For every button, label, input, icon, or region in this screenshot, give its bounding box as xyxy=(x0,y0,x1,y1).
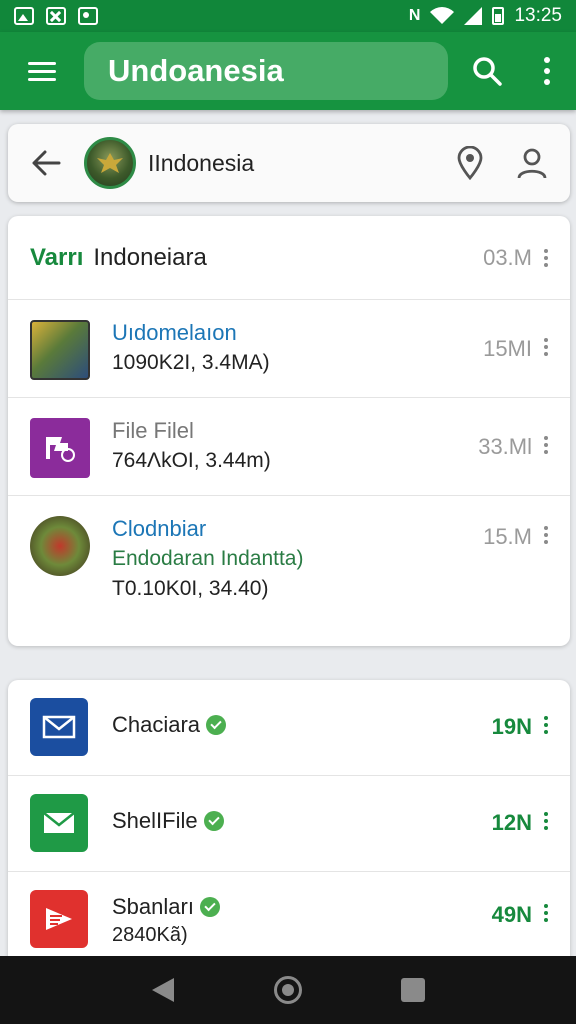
location-pin-button[interactable] xyxy=(446,139,494,187)
location-avatar[interactable] xyxy=(84,137,136,189)
list-item[interactable]: Clodnbiar Endodaran Indantta) T0.10K0I, … xyxy=(8,496,570,644)
app-more-button[interactable] xyxy=(544,812,550,830)
list-item[interactable]: Chaciara 19N xyxy=(8,680,570,776)
battery-icon xyxy=(492,7,505,25)
location-pin-icon xyxy=(457,146,483,180)
close-notification-icon xyxy=(46,7,66,25)
file-thumbnail xyxy=(30,320,90,380)
nav-recents-button[interactable] xyxy=(385,962,441,1018)
app-name: Chaciara xyxy=(112,712,201,737)
home-circle-icon xyxy=(273,976,302,1004)
file-size: 15.M xyxy=(483,524,532,549)
app-bar: Undoanesia xyxy=(0,32,576,110)
menu-button[interactable] xyxy=(0,32,84,110)
app-size: 12N xyxy=(491,810,532,835)
search-icon xyxy=(473,57,502,86)
list-item[interactable]: File Filel 764ΛkOI, 3.44m) 33.Ml xyxy=(8,398,570,496)
nav-back-button[interactable] xyxy=(135,962,191,1018)
profile-button[interactable] xyxy=(508,139,556,187)
list-item[interactable]: ShelIFile 12N xyxy=(8,776,570,872)
file-title: File Filel xyxy=(112,418,194,443)
file-meta: 764ΛkOI, 3.44m) xyxy=(112,449,271,472)
file-more-button[interactable] xyxy=(544,436,550,454)
app-icon xyxy=(30,794,88,852)
app-name-wrap: Chaciara xyxy=(112,712,227,738)
photo-notification-icon xyxy=(78,7,98,25)
status-time: 13:25 xyxy=(514,5,562,26)
arrow-back-icon xyxy=(32,150,61,176)
file-more-button[interactable] xyxy=(544,526,550,544)
app-more-button[interactable] xyxy=(544,904,550,922)
file-size: 33.Ml xyxy=(478,434,532,459)
app-title-pill[interactable]: Undoanesia xyxy=(84,42,448,100)
app-size: 19N xyxy=(491,714,532,739)
section-header: Varrı Indoneiara 03.M xyxy=(8,216,570,300)
file-thumbnail xyxy=(30,418,90,478)
system-nav-bar xyxy=(0,956,576,1024)
notification-icons xyxy=(14,7,98,25)
file-title: Clodnbiar xyxy=(112,516,207,541)
list-item[interactable]: Uıdomelaıon 1090K2I, 3.4MA) 15MI xyxy=(8,300,570,398)
app-name-wrap: Sbanları xyxy=(112,894,220,920)
wifi-icon xyxy=(430,7,455,25)
app-more-button[interactable] xyxy=(544,716,550,734)
app-size: 49N xyxy=(491,902,532,927)
signal-icon xyxy=(464,7,483,25)
more-vert-icon xyxy=(544,57,550,63)
files-card: Varrı Indoneiara 03.M Uıdomelaıon 1090K2… xyxy=(8,216,570,646)
apps-card: Chaciara 19N ShelIFile 12N Sbanları 2840… xyxy=(8,680,570,980)
app-icon xyxy=(30,890,88,948)
location-bar: IIndonesia xyxy=(8,124,570,202)
file-subtitle: Endodaran Indantta) xyxy=(112,547,304,570)
recents-square-icon xyxy=(401,978,426,1002)
app-icon xyxy=(30,698,88,756)
mail-icon xyxy=(42,715,76,739)
file-more-button[interactable] xyxy=(544,338,550,356)
verified-check-icon xyxy=(199,897,220,917)
slides-icon xyxy=(46,908,72,930)
file-meta: 1090K2I, 3.4MA) xyxy=(112,351,270,374)
back-triangle-icon xyxy=(151,978,174,1002)
app-title: Undoanesia xyxy=(108,53,284,88)
section-more-button[interactable] xyxy=(544,248,550,267)
image-notification-icon xyxy=(14,7,34,25)
file-thumbnail xyxy=(30,516,90,576)
list-item[interactable]: Sbanları 2840Kã) 49N xyxy=(8,872,570,968)
app-name: ShelIFile xyxy=(112,808,198,833)
file-meta: T0.10K0I, 34.40) xyxy=(112,577,269,600)
section-title: Indoneiara xyxy=(93,243,207,271)
app-name-wrap: ShelIFile xyxy=(112,808,224,834)
search-button[interactable] xyxy=(456,32,518,110)
mail-icon xyxy=(43,812,75,833)
file-title: Uıdomelaıon xyxy=(112,320,237,345)
verified-check-icon xyxy=(203,811,224,831)
back-button[interactable] xyxy=(8,124,84,202)
file-size: 15MI xyxy=(483,336,532,361)
verified-check-icon xyxy=(206,715,227,735)
nfc-icon: N xyxy=(408,7,421,24)
menu-icon xyxy=(28,61,56,65)
app-meta: 2840Kã) xyxy=(112,924,188,946)
person-icon xyxy=(517,148,547,179)
overflow-menu-button[interactable] xyxy=(518,32,576,110)
app-name: Sbanları xyxy=(112,894,194,919)
garuda-emblem-icon xyxy=(97,153,123,173)
section-size: 03.M xyxy=(483,244,532,270)
location-title: IIndonesia xyxy=(148,149,255,176)
nav-home-button[interactable] xyxy=(260,962,316,1018)
flag-icon xyxy=(46,437,75,462)
section-tag: Varrı xyxy=(30,243,84,271)
status-bar: N 13:25 xyxy=(0,0,576,32)
